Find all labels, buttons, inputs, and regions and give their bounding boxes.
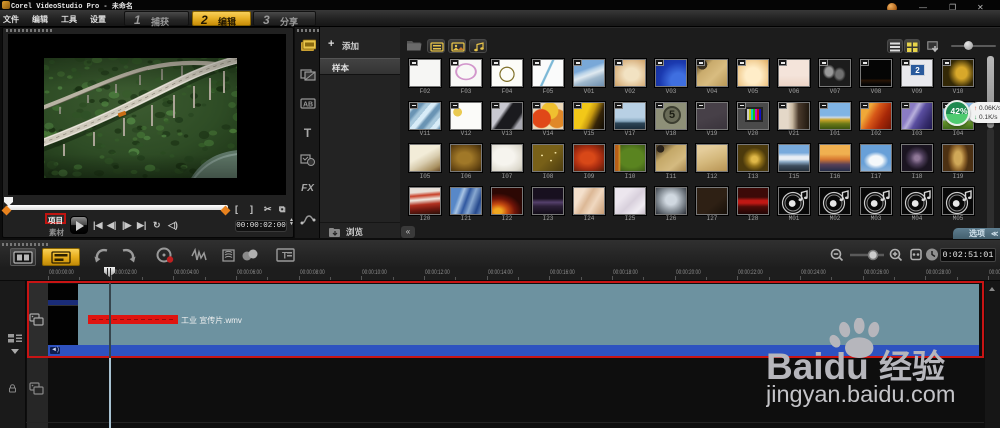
svg-text:经验: 经验 [879,348,945,385]
svg-text:jingyan.baidu.com: jingyan.baidu.com [766,381,955,407]
svg-text:AB: AB [302,102,312,109]
